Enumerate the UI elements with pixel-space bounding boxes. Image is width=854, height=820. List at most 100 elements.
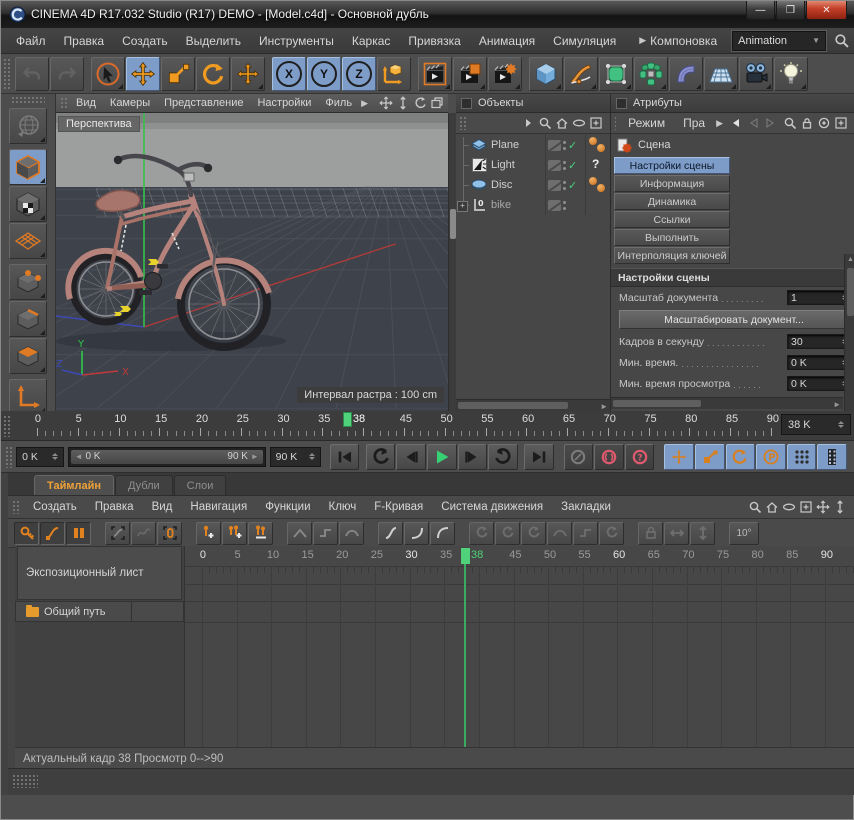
- dolly-icon[interactable]: [831, 500, 848, 515]
- ruler-tick[interactable]: [322, 428, 323, 436]
- eye-icon[interactable]: [570, 116, 587, 131]
- enabled-check-icon[interactable]: ✓: [568, 179, 577, 192]
- timeline-menu-item-4[interactable]: Функции: [256, 498, 319, 516]
- step-interp-button[interactable]: [313, 522, 338, 545]
- null-object-icon[interactable]: 0: [470, 197, 488, 213]
- object-name[interactable]: Plane: [488, 139, 545, 151]
- visibility-dots[interactable]: [563, 181, 566, 190]
- subdivision-surface-button[interactable]: [599, 57, 633, 91]
- menu-item-2[interactable]: Создать: [113, 30, 177, 52]
- ruler-tick[interactable]: [306, 431, 307, 436]
- texture-tag-icon[interactable]: [589, 177, 597, 185]
- key-pla-toggle[interactable]: [787, 444, 817, 470]
- frame-spinner[interactable]: [838, 421, 844, 428]
- ruler-tick[interactable]: [86, 431, 87, 436]
- lock-key-button[interactable]: [690, 522, 715, 545]
- ruler-tick[interactable]: [184, 431, 185, 436]
- viewport-menu-overflow-icon[interactable]: ▶: [361, 98, 368, 109]
- viewport-menu-item-0[interactable]: Вид: [69, 95, 103, 111]
- ruler-tick[interactable]: [45, 431, 46, 436]
- autokeying-button[interactable]: [594, 444, 624, 470]
- ruler-tick[interactable]: [526, 428, 527, 436]
- attr-tab-1[interactable]: Информация: [614, 175, 730, 192]
- ruler-tick[interactable]: [477, 431, 478, 436]
- record-keyframe-button[interactable]: [564, 444, 594, 470]
- rot6-button[interactable]: [599, 522, 624, 545]
- spline-easein-button[interactable]: [404, 522, 429, 545]
- ruler-tick[interactable]: [738, 431, 739, 436]
- texture-tag-icon[interactable]: [589, 137, 597, 145]
- ruler-tick[interactable]: [428, 431, 429, 436]
- spline-pen-button[interactable]: [564, 57, 598, 91]
- ruler-tick[interactable]: [53, 431, 54, 436]
- ruler-tick[interactable]: [412, 431, 413, 436]
- powerslider[interactable]: 051015202530354550556065707580859038 38 …: [1, 411, 854, 441]
- motion-mode-button[interactable]: [66, 522, 91, 545]
- viewport[interactable]: ВидКамерыПредставлениеНастройкиФиль ▶ Пе…: [56, 94, 448, 411]
- attributes-menu-item-1[interactable]: Пра: [674, 112, 714, 134]
- ruler-tick[interactable]: [592, 431, 593, 436]
- ruler-tick[interactable]: [151, 431, 152, 436]
- ruler-tick[interactable]: [216, 431, 217, 436]
- object-name[interactable]: bike: [488, 199, 545, 211]
- ruler-tick[interactable]: [363, 428, 364, 436]
- timeline-menu-item-3[interactable]: Навигация: [181, 498, 256, 516]
- ruler-tick[interactable]: [649, 428, 650, 436]
- visibility-dots[interactable]: [563, 141, 566, 150]
- ruler-tick[interactable]: [502, 431, 503, 436]
- timeline-menu-item-5[interactable]: Ключ: [320, 498, 366, 516]
- scroll-right-icon[interactable]: ►: [600, 402, 608, 411]
- layer-chip[interactable]: [548, 180, 561, 191]
- auto-zero-button[interactable]: [157, 522, 182, 545]
- lock-time-button[interactable]: [664, 522, 689, 545]
- rot2-button[interactable]: [495, 522, 520, 545]
- ruler-tick[interactable]: [233, 431, 234, 436]
- timeline-playhead[interactable]: [461, 548, 470, 564]
- ruler-tick[interactable]: [453, 431, 454, 436]
- search-icon[interactable]: [834, 33, 849, 48]
- ruler-tick[interactable]: [747, 431, 748, 436]
- viewport-canvas[interactable]: Перспектива Интервал растра : 100 cm: [56, 113, 448, 409]
- enabled-check-icon[interactable]: ✓: [568, 159, 577, 172]
- ruler-tick[interactable]: [143, 431, 144, 436]
- attributes-toolbar-grip[interactable]: [614, 116, 616, 130]
- object-row-bike[interactable]: +0bike: [456, 195, 610, 215]
- viewport-scrollbar[interactable]: [448, 113, 456, 411]
- points-mode-button[interactable]: [9, 264, 47, 300]
- key-mode-button[interactable]: [14, 522, 39, 545]
- sidebar-grip[interactable]: [11, 96, 45, 104]
- scale-document-button[interactable]: Масштабировать документ...: [619, 310, 849, 329]
- visibility-cell[interactable]: ✓: [545, 135, 585, 155]
- timeline-menu-item-0[interactable]: Создать: [24, 498, 86, 516]
- generators-button[interactable]: [634, 57, 668, 91]
- search-icon[interactable]: [781, 116, 798, 131]
- ruler-tick[interactable]: [698, 431, 699, 436]
- viewport-menu-item-1[interactable]: Камеры: [103, 95, 157, 111]
- redo-button[interactable]: [50, 57, 84, 91]
- ruler-tick[interactable]: [730, 428, 731, 436]
- tags-cell[interactable]: ?: [585, 155, 610, 175]
- add-key-button[interactable]: [196, 522, 221, 545]
- object-name[interactable]: Light: [488, 159, 545, 171]
- tri-icon[interactable]: [519, 116, 536, 131]
- add-keys-button[interactable]: [222, 522, 247, 545]
- dopesheet-grid[interactable]: 051015202530354550556065707580859038: [185, 546, 854, 747]
- close-button[interactable]: ✕: [806, 1, 847, 20]
- ruler-tick[interactable]: [722, 431, 723, 436]
- ruler-tick[interactable]: [241, 428, 242, 436]
- goto-end-button[interactable]: [524, 444, 554, 470]
- transport-grip[interactable]: [5, 446, 12, 468]
- camera-label[interactable]: Перспектива: [58, 116, 140, 132]
- visibility-cell[interactable]: ✓: [545, 175, 585, 195]
- target-icon[interactable]: [815, 116, 832, 131]
- minimize-button[interactable]: —: [746, 1, 775, 20]
- ruler-tick[interactable]: [624, 431, 625, 436]
- ruler-tick[interactable]: [331, 431, 332, 436]
- timeline-tab-1[interactable]: Дубли: [115, 475, 173, 495]
- render-picture-viewer-button[interactable]: [453, 57, 487, 91]
- ruler-tick[interactable]: [681, 431, 682, 436]
- field-value-input[interactable]: 1: [787, 290, 851, 305]
- ruler-tick[interactable]: [534, 431, 535, 436]
- rotate-tool[interactable]: [196, 57, 230, 91]
- ruler-tick[interactable]: [208, 431, 209, 436]
